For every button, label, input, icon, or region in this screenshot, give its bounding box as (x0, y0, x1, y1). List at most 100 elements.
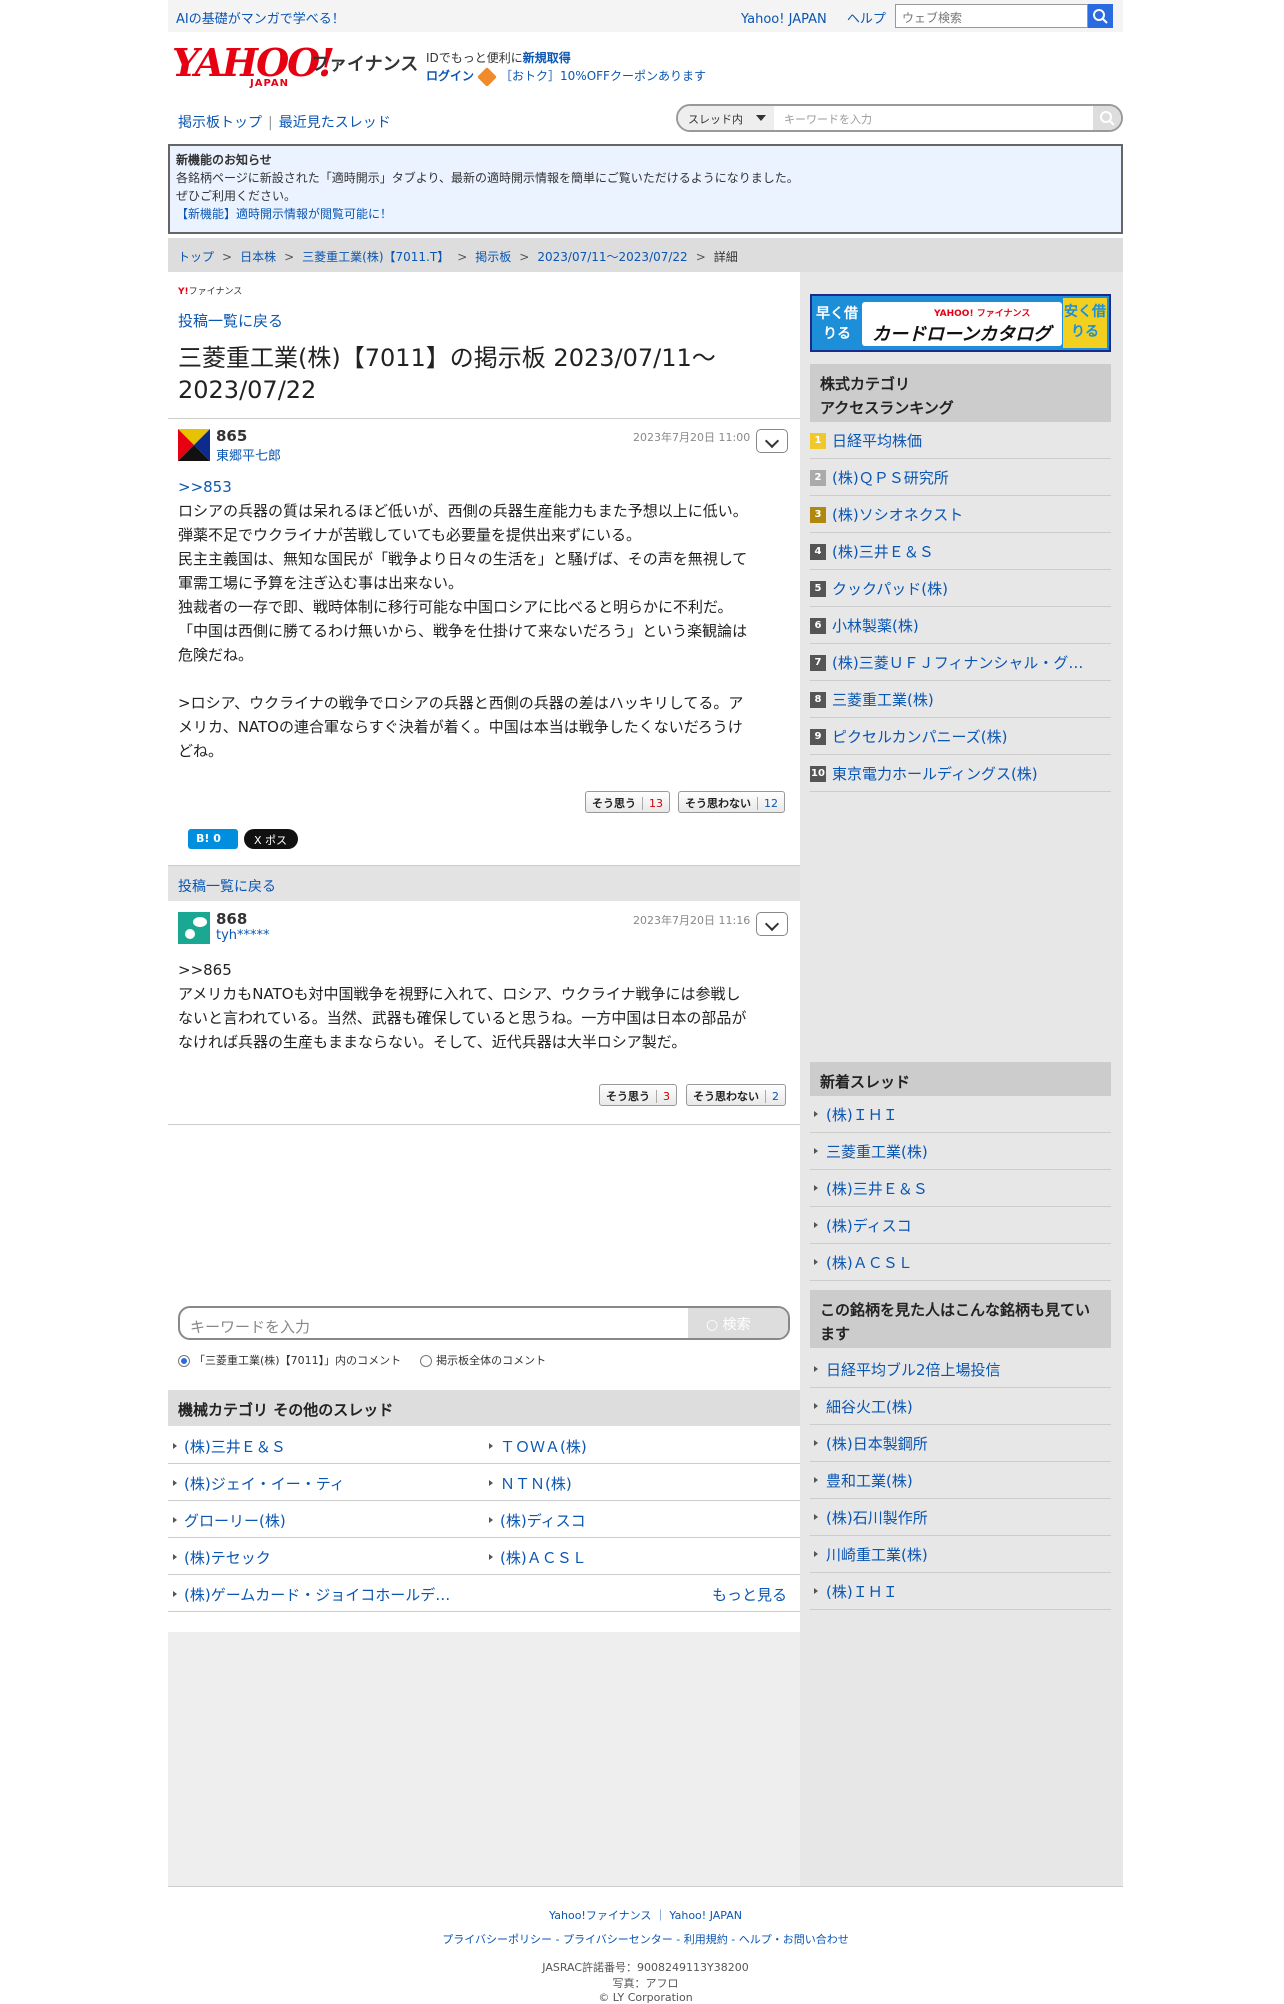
back-to-list-link-2[interactable]: 投稿一覧に戻る (178, 876, 276, 896)
also-viewed-item[interactable]: (株)石川製作所 (810, 1499, 1111, 1536)
new-thread-item[interactable]: (株)三井Ｅ＆Ｓ (810, 1170, 1111, 1207)
radio-this-stock[interactable] (178, 1355, 190, 1367)
bottom-search-box: キーワードを入力 ○ 検索 (178, 1306, 790, 1340)
also-viewed-item[interactable]: (株)日本製鋼所 (810, 1425, 1111, 1462)
ranking-item[interactable]: 5 クックパッド(株) (810, 570, 1111, 607)
ranking-item[interactable]: 7 (株)三菱ＵＦＪフィナンシャル・グ… (810, 644, 1111, 681)
other-thread-item[interactable]: (株)ＡＣＳＬ (484, 1538, 800, 1575)
post-user[interactable]: tyh***** (216, 928, 270, 943)
notice-title: 新機能のお知らせ (176, 153, 272, 167)
user-avatar[interactable] (178, 912, 210, 944)
footer-yahoo-link[interactable]: Yahoo! JAPAN (669, 1909, 742, 1922)
yahoo-japan-link[interactable]: Yahoo! JAPAN (741, 12, 827, 27)
crumb-japan-stocks[interactable]: 日本株 (240, 250, 276, 264)
other-thread-item[interactable]: (株)ディスコ (484, 1501, 800, 1538)
ranking-item[interactable]: 9 ピクセルカンパニーズ(株) (810, 718, 1111, 755)
help-link[interactable]: ヘルプ (847, 12, 886, 27)
agree-button[interactable]: そう思う 3 (599, 1084, 677, 1106)
footer-links-2: プライバシーポリシー - プライバシーセンター - 利用規約 - ヘルプ・お問い… (442, 1933, 849, 1946)
bottom-search-button[interactable]: ○ 検索 (688, 1308, 788, 1338)
breadcrumb: トップ > 日本株 > 三菱重工業(株)【7011.T】 > 掲示板 >2023/07/11〜… (168, 238, 1123, 272)
crumb-board[interactable]: 掲示板 (475, 250, 511, 264)
other-thread-item[interactable]: グローリー(株) (168, 1501, 484, 1538)
agree-button[interactable]: そう思う 13 (585, 791, 670, 813)
reply-ref[interactable]: >>865 (178, 958, 788, 982)
ranking-item[interactable]: 10 東京電力ホールディングス(株) (810, 755, 1111, 792)
web-search-input[interactable]: ウェブ検索 (895, 4, 1088, 28)
radio-all-board[interactable] (420, 1355, 433, 1367)
other-thread-item[interactable]: (株)ゲームカード・ジョイコホールデ… (168, 1575, 800, 1612)
top-bar: AIの基礎がマンガで学べる！ Yahoo! JAPAN ヘルプ ウェブ検索 (168, 0, 1123, 32)
crumb-top[interactable]: トップ (178, 250, 214, 264)
x-post-button[interactable]: X ポスト (244, 829, 298, 863)
new-threads-title: 新着スレッド (810, 1062, 1111, 1096)
recent-threads-link[interactable]: 最近見たスレッド (279, 115, 391, 131)
other-thread-item[interactable]: ＮＴＮ(株) (484, 1464, 800, 1501)
web-search-button[interactable] (1088, 4, 1113, 28)
also-viewed-item[interactable]: 日経平均ブル2倍上場投信 (810, 1351, 1111, 1388)
ranking-item[interactable]: 1 日経平均株価 (810, 422, 1111, 459)
sidebar: 早く借りる YAHOO! ファイナンス カードローンカタログ 安く借りる 株式カ… (800, 272, 1123, 1886)
ranking-item[interactable]: 2 (株)ＱＰＳ研究所 (810, 459, 1111, 496)
crumb-period[interactable]: 2023/07/11〜2023/07/22 (537, 250, 687, 264)
disagree-button[interactable]: そう思わない 2 (686, 1084, 786, 1106)
thread-search-button[interactable] (1093, 106, 1121, 130)
board-top-link[interactable]: 掲示板トップ (178, 115, 262, 131)
new-thread-item[interactable]: 三菱重工業(株) (810, 1133, 1111, 1170)
other-threads-title: 機械カテゴリ その他のスレッド (168, 1390, 800, 1426)
promo-link[interactable]: AIの基礎がマンガで学べる！ (176, 8, 345, 27)
hatena-bookmark-button[interactable]: B! 0 (188, 829, 238, 849)
post-menu-button[interactable] (756, 912, 788, 936)
thread-search-box: スレッド内 キーワードを入力 (676, 104, 1123, 132)
also-viewed-item[interactable]: 豊和工業(株) (810, 1462, 1111, 1499)
coupon-link[interactable]: ［おトク］10%OFFクーポンあります (500, 69, 706, 83)
board-nav: 掲示板トップ | 最近見たスレッド スレッド内 キーワードを入力 (168, 104, 1123, 136)
ranking-item[interactable]: 8 三菱重工業(株) (810, 681, 1111, 718)
login-link[interactable]: ログイン (426, 69, 474, 83)
post-number[interactable]: 868 (216, 910, 247, 928)
notice-link[interactable]: 【新機能】適時開示情報が閲覧可能に！ (176, 207, 392, 221)
finance-logo[interactable]: ファイナンス (311, 50, 418, 76)
user-avatar[interactable] (178, 429, 210, 461)
post-number[interactable]: 865 (216, 427, 247, 445)
header: YAHOO! JAPAN ファイナンス IDでもっと便利に新規取得 ログイン ［お… (168, 32, 1123, 92)
footer-yfinance-link[interactable]: Yahoo!ファイナンス (549, 1909, 651, 1922)
cardloan-banner[interactable]: 早く借りる YAHOO! ファイナンス カードローンカタログ 安く借りる (810, 294, 1111, 352)
other-thread-item[interactable]: (株)ジェイ・イー・ティ (168, 1464, 484, 1501)
post-body: >>865 アメリカもNATOも対中国戦争を視野に入れて、ロシア、ウクライナ戦争… (178, 958, 788, 1054)
search-icon: ○ (706, 1317, 723, 1333)
other-thread-item[interactable]: (株)三井Ｅ＆Ｓ (168, 1427, 484, 1464)
ranking-item[interactable]: 6 小林製薬(株) (810, 607, 1111, 644)
ranking-item[interactable]: 3 (株)ソシオネクスト (810, 496, 1111, 533)
also-viewed-item[interactable]: 川崎重工業(株) (810, 1536, 1111, 1573)
help-contact-link[interactable]: ヘルプ・お問い合わせ (739, 1933, 849, 1946)
new-thread-item[interactable]: (株)ディスコ (810, 1207, 1111, 1244)
terms-link[interactable]: 利用規約 (684, 1933, 728, 1946)
more-threads-link[interactable]: もっと見る (712, 1584, 787, 1605)
post-user[interactable]: 東郷平七郎 (216, 445, 281, 464)
signup-link[interactable]: 新規取得 (523, 51, 571, 65)
post-menu-button[interactable] (756, 429, 788, 453)
bottom-search-input[interactable]: キーワードを入力 (190, 1316, 310, 1337)
thread-search-input[interactable]: キーワードを入力 (784, 111, 872, 127)
privacy-center-link[interactable]: プライバシーセンター (563, 1933, 673, 1946)
yfin-small-logo: Y!ファイナンス (178, 287, 243, 297)
reply-link[interactable]: >>853 (178, 475, 788, 499)
ranking-item[interactable]: 4 (株)三井Ｅ＆Ｓ (810, 533, 1111, 570)
new-thread-item[interactable]: (株)ＡＣＳＬ (810, 1244, 1111, 1281)
crumb-stock[interactable]: 三菱重工業(株)【7011.T】 (302, 250, 449, 264)
also-viewed-item[interactable]: (株)ＩＨＩ (810, 1573, 1111, 1610)
back-to-list-link[interactable]: 投稿一覧に戻る (178, 310, 283, 331)
search-scope-select[interactable]: スレッド内 (678, 106, 774, 130)
disagree-button[interactable]: そう思わない 12 (678, 791, 785, 813)
yahoo-logo[interactable]: YAHOO! (172, 44, 335, 82)
other-thread-item[interactable]: ＴＯＷＡ(株) (484, 1427, 800, 1464)
new-thread-item[interactable]: (株)ＩＨＩ (810, 1096, 1111, 1133)
also-viewed-item[interactable]: 細谷火工(株) (810, 1388, 1111, 1425)
ad-area (168, 1632, 800, 1886)
post-date: 2023年7月20日 11:00 (633, 431, 751, 444)
other-thread-item[interactable]: (株)テセック (168, 1538, 484, 1575)
main-column: Y!ファイナンス 投稿一覧に戻る 三菱重工業(株)【7011】の掲示板 2023… (168, 272, 800, 1886)
banner-left-badge: 早く借りる (816, 302, 858, 346)
privacy-policy-link[interactable]: プライバシーポリシー (442, 1933, 552, 1946)
